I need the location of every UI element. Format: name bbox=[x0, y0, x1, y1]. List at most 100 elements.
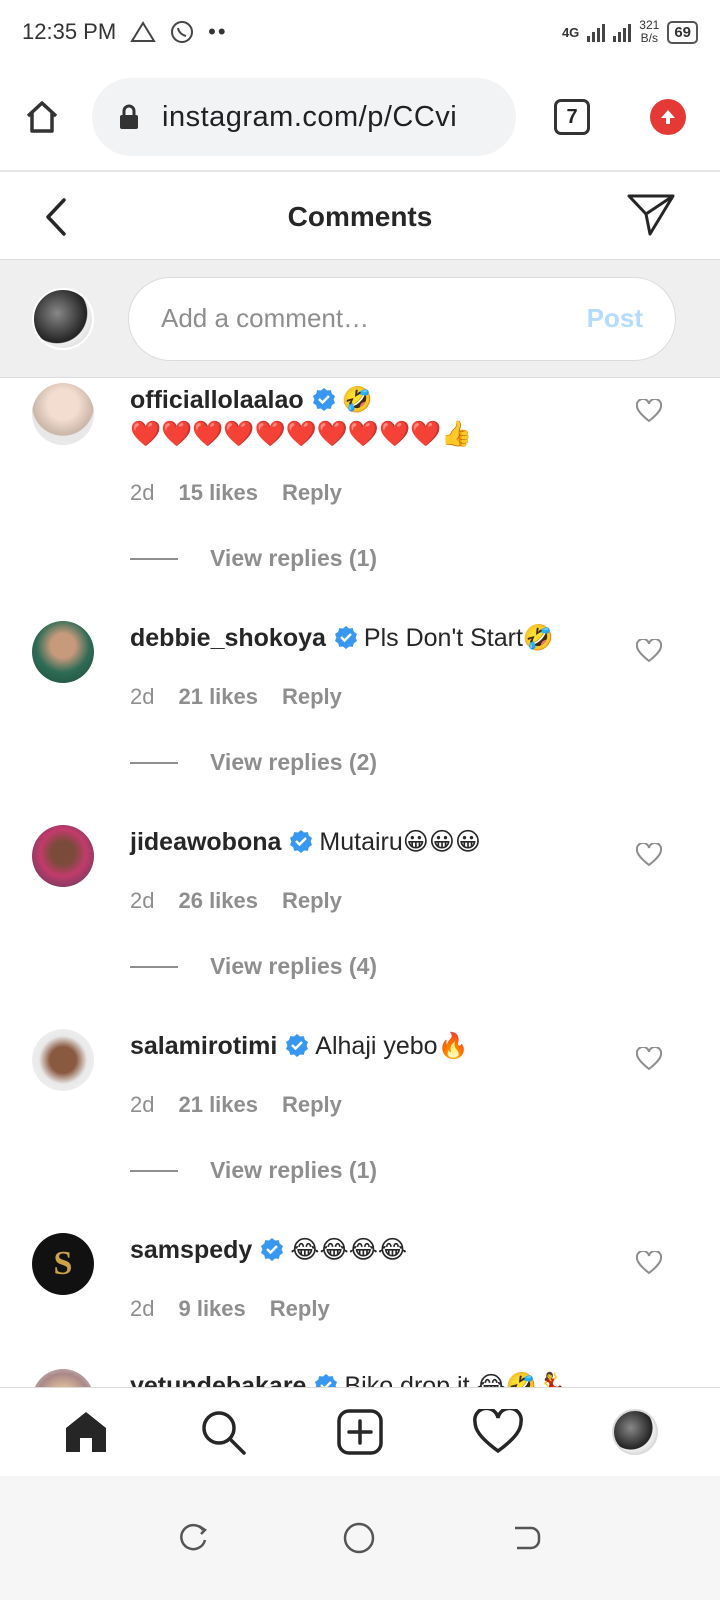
new-post-icon[interactable] bbox=[336, 1408, 384, 1456]
recent-apps-icon[interactable] bbox=[177, 1522, 209, 1554]
comment-meta: 2d 9 likes Reply bbox=[130, 1296, 330, 1322]
alert-triangle-icon bbox=[130, 21, 156, 42]
profile-avatar[interactable] bbox=[611, 1408, 658, 1455]
comment-time: 2d bbox=[130, 1296, 155, 1321]
verified-badge-icon bbox=[290, 830, 313, 853]
update-icon[interactable] bbox=[650, 99, 686, 135]
tab-switcher-button[interactable]: 7 bbox=[554, 99, 590, 135]
clock: 12:35 PM bbox=[22, 19, 117, 44]
signal-icon bbox=[587, 22, 606, 42]
reply-button[interactable]: Reply bbox=[282, 1092, 342, 1118]
comment-likes[interactable]: 21 likes bbox=[178, 684, 258, 710]
avatar[interactable] bbox=[32, 1369, 94, 1387]
net-speed: 321 B/s bbox=[639, 19, 659, 45]
signal-icon-2 bbox=[613, 22, 632, 42]
replies-divider bbox=[130, 761, 178, 764]
like-heart-icon[interactable] bbox=[636, 1251, 662, 1275]
comment-likes[interactable]: 9 likes bbox=[178, 1296, 245, 1322]
view-replies-label[interactable]: View replies (1) bbox=[210, 545, 377, 572]
like-heart-icon[interactable] bbox=[636, 1047, 662, 1071]
comment-username[interactable]: debbie_shokoya bbox=[130, 624, 326, 652]
reply-button[interactable]: Reply bbox=[282, 888, 342, 914]
comment-meta: 2d 21 likes Reply bbox=[130, 1092, 342, 1118]
comment-meta: 2d 21 likes Reply bbox=[130, 684, 342, 710]
like-heart-icon[interactable] bbox=[636, 843, 662, 867]
comment-username[interactable]: yetundebakare bbox=[130, 1372, 306, 1387]
back-icon[interactable] bbox=[509, 1522, 543, 1554]
network-type: 4G bbox=[561, 24, 580, 40]
home-icon[interactable] bbox=[22, 97, 62, 137]
status-bar: 12:35 PM •• 4G 321 B/s 69 bbox=[0, 0, 720, 64]
view-replies-label[interactable]: View replies (4) bbox=[210, 953, 377, 980]
replies-divider bbox=[130, 965, 178, 968]
comment-input[interactable] bbox=[161, 303, 587, 334]
comment-username[interactable]: jideawobona bbox=[130, 828, 281, 856]
comment-likes[interactable]: 15 likes bbox=[178, 480, 258, 506]
view-replies-button[interactable]: View replies (1) bbox=[130, 545, 377, 572]
comment-body-line2: ❤️❤️❤️❤️❤️❤️❤️❤️❤️❤️👍 bbox=[130, 420, 473, 448]
comments-header: Comments bbox=[0, 174, 720, 260]
replies-divider bbox=[130, 1169, 178, 1172]
comment-text-block: samspedy 😂😂😂😂 bbox=[130, 1233, 630, 1267]
comment-likes[interactable]: 21 likes bbox=[178, 1092, 258, 1118]
comment-body: Alhaji yebo🔥 bbox=[315, 1032, 469, 1060]
activity-heart-icon[interactable] bbox=[472, 1408, 523, 1455]
comments-list: officiallolaalao 🤣 ❤️❤️❤️❤️❤️❤️❤️❤️❤️❤️👍 … bbox=[0, 379, 720, 1387]
view-replies-button[interactable]: View replies (2) bbox=[130, 749, 377, 776]
comment-text-block: jideawobona Mutairu😀😀😀 bbox=[130, 825, 630, 859]
whatsapp-icon bbox=[171, 21, 194, 43]
back-arrow-icon[interactable] bbox=[40, 194, 70, 240]
address-bar[interactable]: instagram.com/p/CCvi bbox=[92, 78, 516, 156]
avatar-logo-icon: S bbox=[53, 1245, 73, 1282]
reply-button[interactable]: Reply bbox=[270, 1296, 330, 1322]
avatar[interactable] bbox=[32, 1029, 94, 1091]
home-circle-icon[interactable] bbox=[342, 1521, 376, 1555]
reply-button[interactable]: Reply bbox=[282, 684, 342, 710]
comment-username[interactable]: salamirotimi bbox=[130, 1032, 277, 1060]
home-icon[interactable] bbox=[62, 1408, 110, 1456]
browser-toolbar: instagram.com/p/CCvi 7 bbox=[0, 64, 720, 172]
verified-badge-icon bbox=[312, 388, 335, 411]
comment-meta: 2d 15 likes Reply bbox=[130, 480, 342, 506]
comment-text-block: yetundebakare Biko drop it 😂🤣💃 bbox=[130, 1369, 630, 1387]
avatar[interactable] bbox=[32, 825, 94, 887]
avatar[interactable]: S bbox=[32, 1233, 94, 1295]
comment-username[interactable]: samspedy bbox=[130, 1236, 252, 1264]
comment-body: 🤣 bbox=[341, 386, 373, 414]
more-dots-icon: •• bbox=[208, 19, 228, 44]
comment-username[interactable]: officiallolaalao bbox=[130, 386, 304, 414]
view-replies-button[interactable]: View replies (1) bbox=[130, 1157, 377, 1184]
add-comment-bar: Post bbox=[0, 260, 720, 378]
comment-time: 2d bbox=[130, 888, 155, 913]
current-user-avatar bbox=[32, 287, 94, 350]
comment-text-block: debbie_shokoya Pls Don't Start🤣 bbox=[130, 621, 630, 655]
verified-badge-icon bbox=[261, 1238, 284, 1261]
lock-icon bbox=[120, 104, 138, 129]
comment-likes[interactable]: 26 likes bbox=[178, 888, 258, 914]
avatar[interactable] bbox=[32, 383, 94, 445]
verified-badge-icon bbox=[315, 1374, 338, 1387]
search-icon[interactable] bbox=[199, 1408, 247, 1456]
view-replies-label[interactable]: View replies (1) bbox=[210, 1157, 377, 1184]
net-speed-unit: B/s bbox=[640, 31, 658, 45]
like-heart-icon[interactable] bbox=[636, 399, 662, 423]
verified-badge-icon bbox=[286, 1034, 309, 1057]
like-heart-icon[interactable] bbox=[636, 639, 662, 663]
post-button[interactable]: Post bbox=[587, 303, 643, 334]
verified-badge-icon bbox=[334, 626, 357, 649]
view-replies-label[interactable]: View replies (2) bbox=[210, 749, 377, 776]
direct-send-icon[interactable] bbox=[626, 192, 676, 238]
comment-time: 2d bbox=[130, 1092, 155, 1117]
url-text[interactable]: instagram.com/p/CCvi bbox=[162, 101, 457, 134]
comment-input-wrapper: Post bbox=[128, 276, 676, 361]
comment-text-block: salamirotimi Alhaji yebo🔥 bbox=[130, 1029, 630, 1063]
reply-button[interactable]: Reply bbox=[282, 480, 342, 506]
view-replies-button[interactable]: View replies (4) bbox=[130, 953, 377, 980]
comment-text-block: officiallolaalao 🤣 ❤️❤️❤️❤️❤️❤️❤️❤️❤️❤️👍 bbox=[130, 383, 630, 451]
page-title: Comments bbox=[287, 200, 433, 232]
comment-body: Biko drop it 😂🤣💃 bbox=[344, 1372, 568, 1387]
comment-meta: 2d 26 likes Reply bbox=[130, 888, 342, 914]
avatar[interactable] bbox=[32, 621, 94, 683]
bottom-navigation bbox=[0, 1387, 720, 1475]
comment-body: Mutairu😀😀😀 bbox=[319, 828, 481, 856]
